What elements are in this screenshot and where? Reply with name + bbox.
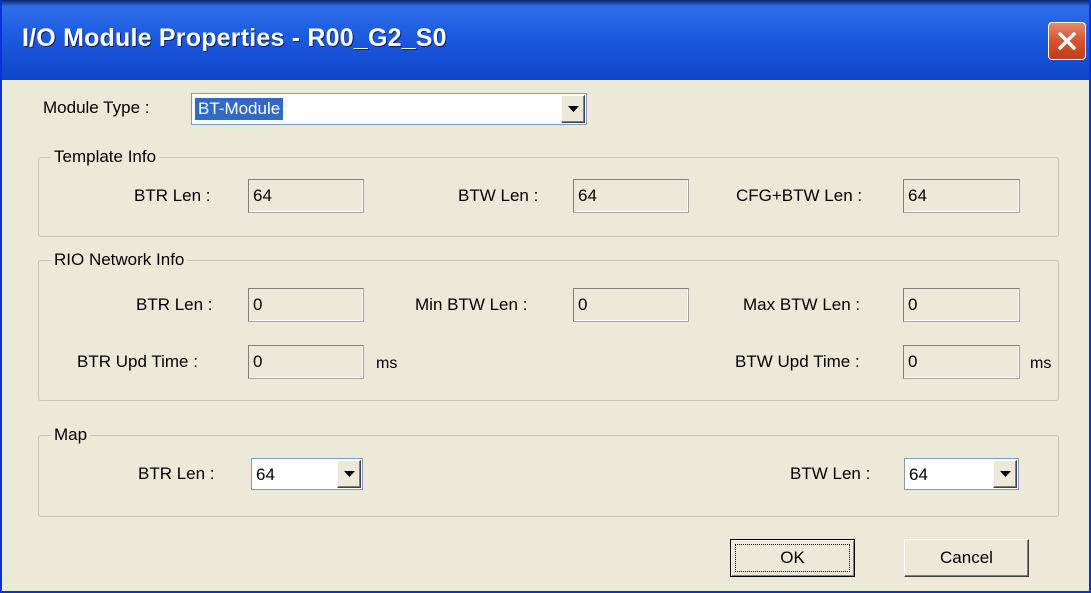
template-cfg-btw-len-field[interactable]: 64 (903, 179, 1020, 213)
map-btr-len-value: 64 (256, 465, 275, 484)
rio-btr-upd-time-field[interactable]: 0 (248, 345, 364, 379)
focus-rect (735, 544, 850, 572)
map-btr-len-dropdown[interactable]: 64 (251, 458, 363, 490)
chevron-down-icon (344, 471, 355, 477)
rio-btw-upd-time-label: BTW Upd Time : (735, 352, 860, 371)
rio-btr-len-field[interactable]: 0 (248, 288, 364, 322)
template-btr-len-field[interactable]: 64 (248, 179, 364, 213)
cancel-button[interactable]: Cancel (904, 539, 1029, 577)
dialog-window: I/O Module Properties - R00_G2_S0 Module… (0, 0, 1091, 593)
map-btw-len-dropdown[interactable]: 64 (904, 458, 1019, 490)
cancel-button-label: Cancel (940, 548, 993, 567)
window-title: I/O Module Properties - R00_G2_S0 (22, 24, 447, 52)
template-btw-len-label: BTW Len : (458, 186, 539, 205)
rio-btw-upd-time-unit: ms (1030, 355, 1052, 372)
template-btr-len-label: BTR Len : (134, 186, 211, 205)
map-legend: Map (51, 425, 91, 445)
map-btw-len-dropdown-arrow[interactable] (993, 460, 1017, 488)
rio-btw-upd-time-field[interactable]: 0 (903, 345, 1020, 379)
rio-network-info-group: RIO Network Info (38, 250, 1059, 401)
map-btw-len-label: BTW Len : (790, 464, 871, 483)
map-btw-len-value: 64 (909, 465, 928, 484)
rio-btr-upd-time-label: BTR Upd Time : (77, 352, 198, 371)
ok-button[interactable]: OK (730, 539, 855, 577)
module-type-dropdown-arrow[interactable] (561, 95, 585, 123)
template-info-legend: Template Info (51, 147, 160, 167)
template-cfg-btw-len-label: CFG+BTW Len : (736, 186, 863, 205)
rio-btr-len-label: BTR Len : (136, 295, 213, 314)
module-type-label: Module Type : (43, 98, 150, 117)
close-button[interactable] (1048, 22, 1086, 60)
chevron-down-icon (568, 106, 579, 112)
rio-max-btw-len-label: Max BTW Len : (743, 295, 861, 314)
template-btw-len-field[interactable]: 64 (573, 179, 689, 213)
module-type-dropdown[interactable]: BT-Module (191, 93, 587, 125)
rio-min-btw-len-label: Min BTW Len : (415, 295, 528, 314)
rio-min-btw-len-field[interactable]: 0 (573, 288, 689, 322)
rio-btr-upd-time-unit: ms (376, 355, 398, 372)
chevron-down-icon (1000, 471, 1011, 477)
rio-network-info-legend: RIO Network Info (51, 250, 188, 270)
module-type-value: BT-Module (195, 98, 284, 120)
rio-max-btw-len-field[interactable]: 0 (903, 288, 1020, 322)
map-btr-len-dropdown-arrow[interactable] (337, 460, 361, 488)
title-bar[interactable]: I/O Module Properties - R00_G2_S0 (2, 0, 1089, 80)
map-btr-len-label: BTR Len : (138, 464, 215, 483)
dialog-body: Module Type : BT-Module Template Info BT… (2, 80, 1089, 591)
